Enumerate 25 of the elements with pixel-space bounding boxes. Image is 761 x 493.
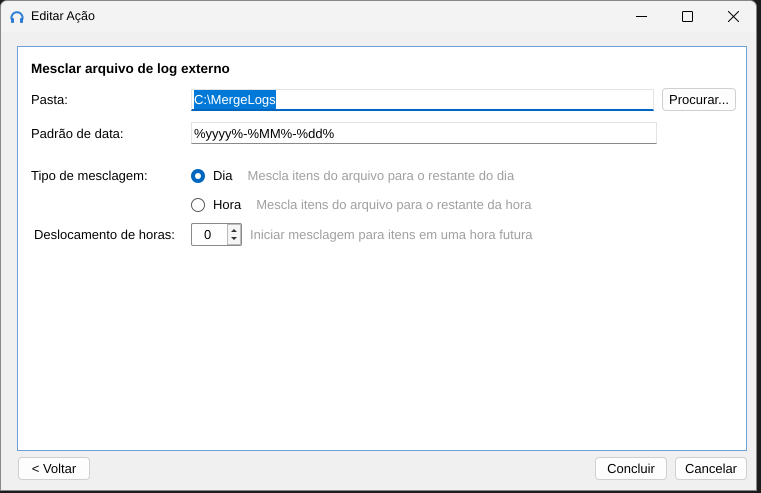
spin-arrows-icon[interactable] — [227, 224, 241, 246]
minimize-icon[interactable] — [636, 16, 646, 17]
field-label: Tipo de mesclagem: — [31, 167, 149, 186]
dialog-button[interactable]: Cancelar — [675, 457, 747, 480]
field-label: Deslocamento de horas: — [33, 226, 176, 244]
text-field[interactable]: C:\MergeLogs — [191, 88, 654, 111]
browse-button[interactable]: Procurar... — [662, 88, 736, 112]
field-label: Padrão de data: — [31, 124, 125, 142]
maximize-icon[interactable] — [682, 11, 692, 22]
radio-label[interactable]: Dia — [213, 166, 233, 186]
text-field[interactable]: %yyyy%-%MM%-%dd% — [191, 122, 657, 144]
dialog-button[interactable]: < Voltar — [18, 457, 90, 480]
field-label: Pasta: — [31, 91, 69, 109]
section-heading: Mesclar arquivo de log externo — [31, 60, 231, 78]
radio-button[interactable] — [191, 198, 205, 212]
dialog-button[interactable]: Concluir — [595, 457, 667, 480]
option-description: Mescla itens do arquivo para o restante da hora — [256, 196, 532, 214]
radio-label[interactable]: Hora — [213, 194, 242, 214]
window-title: Editar Ação — [31, 8, 95, 26]
radio-button[interactable] — [191, 169, 205, 183]
close-icon[interactable] — [728, 11, 738, 22]
number-spinner[interactable]: 0 — [191, 223, 242, 246]
option-description: Mescla itens do arquivo para o restante do dia — [248, 167, 514, 186]
app-icon — [9, 8, 25, 24]
option-description: Iniciar mesclagem para itens em uma hora futura — [250, 226, 533, 244]
